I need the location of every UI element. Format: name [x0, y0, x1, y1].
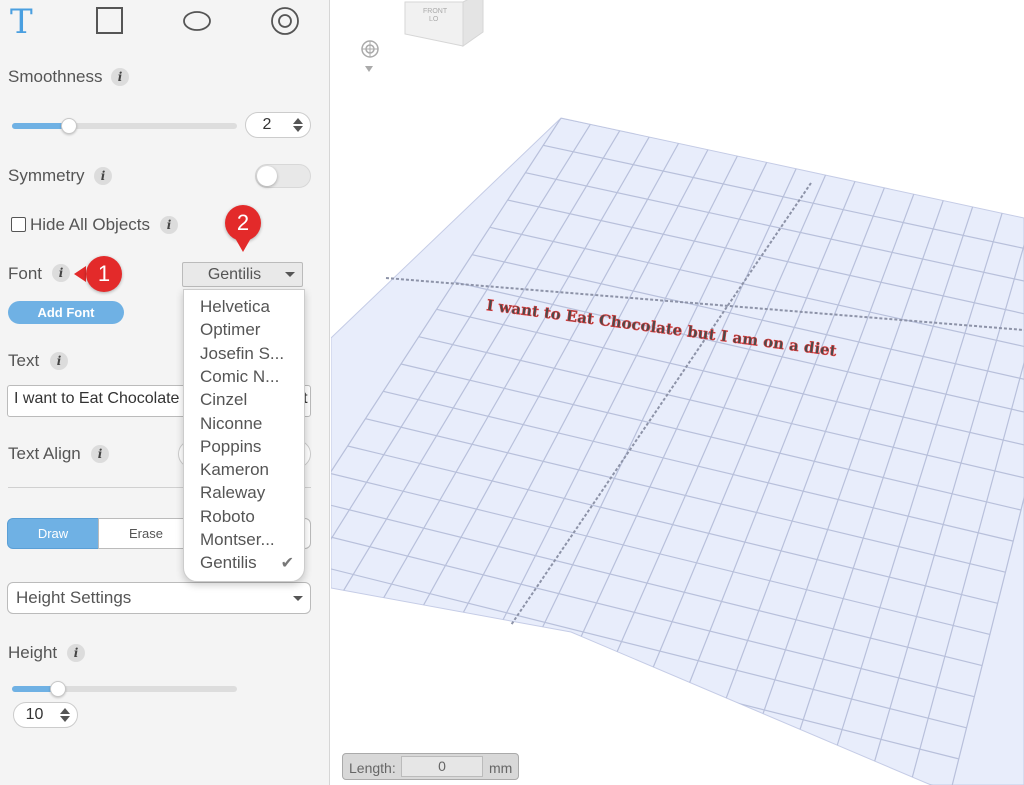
annotation-marker-1: 1 [86, 256, 122, 292]
annotation-marker-2: 2 [225, 205, 261, 241]
smoothness-stepper[interactable]: 2 [245, 112, 311, 138]
height-info-icon[interactable]: i [67, 644, 85, 662]
symmetry-info-icon[interactable]: i [94, 167, 112, 185]
height-settings-select[interactable]: Height Settings [7, 582, 311, 614]
symmetry-toggle[interactable] [255, 164, 311, 188]
height-stepper[interactable]: 10 [13, 702, 78, 728]
view-cube[interactable]: FRONT LO [403, 0, 485, 52]
3d-viewport[interactable]: I want to Eat Chocolate but I am on a di… [331, 0, 1024, 785]
smoothness-info-icon[interactable]: i [111, 68, 129, 86]
orbit-icon[interactable] [360, 39, 380, 59]
symmetry-label: Symmetry [8, 166, 85, 185]
marker-pointer [74, 266, 86, 282]
hide-all-checkbox[interactable] [11, 217, 26, 232]
text-tool-icon: T [10, 2, 33, 42]
font-info-icon[interactable]: i [52, 264, 70, 282]
smoothness-label: Smoothness [8, 67, 103, 86]
chevron-down-icon [293, 596, 303, 601]
marker-pointer [235, 238, 251, 252]
height-value: 10 [25, 706, 44, 723]
stepper-up-icon[interactable] [293, 118, 303, 124]
font-option[interactable]: Kameron [200, 460, 269, 480]
build-plate [331, 117, 1024, 785]
font-option[interactable]: Raleway [200, 483, 265, 503]
chevron-down-icon[interactable] [365, 66, 373, 72]
stepper-up-icon[interactable] [60, 708, 70, 714]
build-plate-grid: I want to Eat Chocolate but I am on a di… [331, 117, 1024, 785]
draw-button[interactable]: Draw [7, 518, 99, 549]
add-font-button[interactable]: Add Font [8, 301, 124, 324]
hide-all-label: Hide All Objects [30, 215, 150, 234]
stepper-down-icon[interactable] [293, 126, 303, 132]
length-input[interactable]: 0 [401, 756, 483, 777]
font-option[interactable]: Poppins [200, 437, 261, 457]
text-align-info-icon[interactable]: i [91, 445, 109, 463]
rectangle-icon [96, 7, 123, 34]
height-settings-value: Height Settings [16, 588, 132, 607]
font-label: Font [8, 264, 43, 283]
view-cube-front-label: FRONT [423, 8, 448, 15]
font-option[interactable]: Helvetica [200, 297, 270, 317]
text-info-icon[interactable]: i [50, 352, 68, 370]
font-option[interactable]: Gentilis [200, 553, 257, 573]
ring-icon [271, 7, 299, 35]
view-cube-sub-label: LO [429, 16, 439, 23]
chevron-down-icon [285, 272, 295, 277]
font-select[interactable]: Gentilis [182, 262, 303, 287]
font-option[interactable]: Cinzel [200, 390, 247, 410]
ring-tool-button[interactable] [270, 6, 300, 36]
font-dropdown-menu: Helvetica Optimer Josefin S... Comic N... Ci… [183, 289, 305, 582]
rectangle-tool-button[interactable] [95, 6, 125, 36]
smoothness-slider[interactable] [12, 118, 237, 134]
length-label: Length: [349, 760, 396, 776]
text-label: Text [8, 351, 40, 370]
font-option[interactable]: Optimer [200, 320, 260, 340]
height-slider[interactable] [12, 681, 237, 697]
length-unit: mm [489, 760, 513, 776]
checkmark-icon: ✔ [280, 555, 294, 573]
length-readout: Length: 0 mm [342, 753, 519, 780]
text-align-label: Text Align [8, 444, 81, 463]
smoothness-value: 2 [262, 116, 272, 133]
font-option[interactable]: Comic N... [200, 367, 279, 387]
ellipse-tool-button[interactable] [182, 6, 214, 36]
font-selected-value: Gentilis [207, 266, 262, 283]
ellipse-icon [183, 11, 211, 31]
height-label: Height [8, 643, 58, 662]
font-option[interactable]: Roboto [200, 507, 255, 527]
font-option[interactable]: Montser... [200, 530, 275, 550]
smoothness-slider-knob[interactable] [61, 118, 77, 134]
hide-all-info-icon[interactable]: i [160, 216, 178, 234]
font-option[interactable]: Niconne [200, 414, 262, 434]
text-tool-button[interactable]: T [8, 2, 38, 42]
toggle-knob [257, 166, 277, 186]
smoothness-slider-fill [12, 123, 68, 129]
height-slider-knob[interactable] [50, 681, 66, 697]
stepper-down-icon[interactable] [60, 716, 70, 722]
font-option[interactable]: Josefin S... [200, 344, 284, 364]
